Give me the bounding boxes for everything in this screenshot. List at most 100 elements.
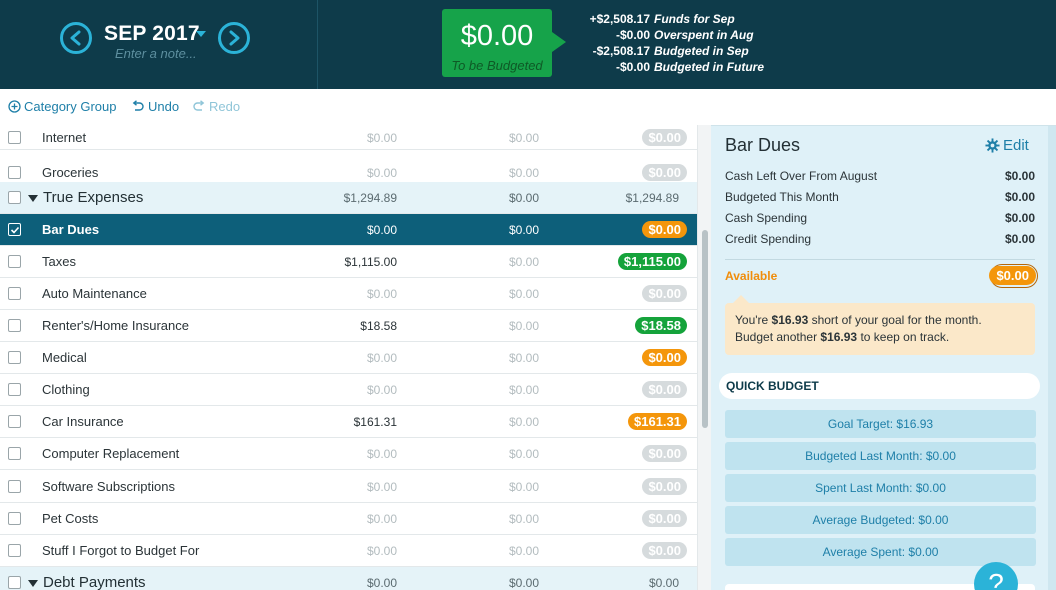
budgeted-amount[interactable]: $0.00: [367, 480, 397, 494]
activity-amount[interactable]: $0.00: [509, 447, 539, 461]
available-pill[interactable]: $0.00: [642, 128, 687, 146]
available-pill[interactable]: $161.31: [628, 413, 687, 430]
activity-amount[interactable]: $0.00: [509, 480, 539, 494]
available-pill[interactable]: $0.00: [642, 381, 687, 398]
available-pill[interactable]: $0.00: [642, 349, 687, 366]
table-scrollbar[interactable]: [697, 125, 711, 590]
category-name[interactable]: Clothing: [42, 382, 90, 397]
budgeted-amount[interactable]: $0.00: [367, 131, 397, 145]
row-checkbox[interactable]: [8, 351, 21, 364]
row-checkbox[interactable]: [8, 479, 21, 493]
activity-amount[interactable]: $0.00: [509, 351, 539, 365]
category-name[interactable]: Medical: [42, 350, 87, 365]
budgeted-amount[interactable]: $0.00: [367, 383, 397, 397]
previous-month-button[interactable]: [60, 22, 92, 54]
category-name[interactable]: Car Insurance: [42, 414, 124, 429]
category-name[interactable]: Groceries: [42, 165, 98, 180]
category-name[interactable]: Stuff I Forgot to Budget For: [42, 543, 199, 558]
row-checkbox[interactable]: [8, 223, 21, 236]
category-group-row[interactable]: True Expenses $1,294.89 $0.00 $1,294.89: [0, 182, 697, 214]
budgeted-amount[interactable]: $161.31: [354, 415, 397, 429]
budgeted-amount[interactable]: $0.00: [367, 166, 397, 180]
quick-budget-button[interactable]: Budgeted Last Month: $0.00: [725, 442, 1036, 470]
month-note-input[interactable]: Enter a note...: [115, 46, 197, 61]
budgeted-amount[interactable]: $1,115.00: [345, 255, 398, 269]
row-checkbox[interactable]: [8, 130, 21, 144]
row-checkbox[interactable]: [8, 512, 21, 525]
category-row[interactable]: Renter's/Home Insurance $18.58 $0.00 $18.58: [0, 310, 697, 342]
category-row[interactable]: Clothing $0.00 $0.00 $0.00: [0, 374, 697, 406]
collapse-triangle-icon[interactable]: [28, 195, 38, 202]
activity-amount[interactable]: $0.00: [509, 131, 539, 145]
budgeted-amount[interactable]: $18.58: [360, 319, 397, 333]
activity-amount[interactable]: $0.00: [509, 383, 539, 397]
category-name[interactable]: Bar Dues: [42, 222, 99, 237]
category-name[interactable]: Taxes: [42, 254, 76, 269]
budgeted-amount[interactable]: $0.00: [367, 351, 397, 365]
category-name[interactable]: Auto Maintenance: [42, 286, 147, 301]
undo-button[interactable]: Undo: [131, 99, 179, 114]
row-checkbox[interactable]: [8, 447, 21, 460]
category-name[interactable]: Software Subscriptions: [42, 479, 175, 494]
row-checkbox[interactable]: [8, 544, 21, 557]
next-month-button[interactable]: [218, 22, 250, 54]
category-name[interactable]: Internet: [42, 130, 86, 145]
to-be-budgeted-box[interactable]: $0.00 To be Budgeted: [442, 9, 552, 77]
budgeted-amount[interactable]: $0.00: [367, 447, 397, 461]
category-name[interactable]: Renter's/Home Insurance: [42, 318, 189, 333]
category-row[interactable]: Software Subscriptions $0.00 $0.00 $0.00: [0, 470, 697, 503]
row-checkbox[interactable]: [8, 576, 21, 589]
quick-budget-button[interactable]: Average Budgeted: $0.00: [725, 506, 1036, 534]
add-category-group-button[interactable]: Category Group: [8, 99, 117, 114]
activity-amount[interactable]: $0.00: [509, 287, 539, 301]
category-row[interactable]: Medical $0.00 $0.00 $0.00: [0, 342, 697, 374]
category-row[interactable]: Computer Replacement $0.00 $0.00 $0.00: [0, 438, 697, 470]
row-checkbox[interactable]: [8, 166, 21, 179]
category-row[interactable]: Auto Maintenance $0.00 $0.00 $0.00: [0, 278, 697, 310]
category-row[interactable]: Pet Costs $0.00 $0.00 $0.00: [0, 503, 697, 535]
row-checkbox[interactable]: [8, 287, 21, 300]
collapse-triangle-icon[interactable]: [28, 580, 38, 587]
current-month-label[interactable]: SEP 2017: [104, 22, 200, 46]
budgeted-amount[interactable]: $0.00: [367, 544, 397, 558]
row-checkbox[interactable]: [8, 191, 21, 204]
budgeted-amount[interactable]: $0.00: [367, 223, 397, 237]
available-pill[interactable]: $0.00: [642, 477, 687, 495]
row-checkbox[interactable]: [8, 383, 21, 396]
available-pill[interactable]: $18.58: [635, 317, 687, 334]
activity-amount[interactable]: $0.00: [509, 512, 539, 526]
budgeted-amount[interactable]: $0.00: [367, 512, 397, 526]
table-scrollbar-thumb[interactable]: [702, 230, 708, 428]
available-pill[interactable]: $0.00: [642, 221, 687, 238]
budgeted-amount[interactable]: $0.00: [367, 287, 397, 301]
row-checkbox[interactable]: [8, 319, 21, 332]
category-group-row[interactable]: Debt Payments $0.00 $0.00 $0.00: [0, 567, 697, 590]
available-pill[interactable]: $0.00: [642, 164, 687, 181]
redo-button[interactable]: Redo: [192, 99, 240, 114]
inspector-edit-button[interactable]: Edit: [985, 137, 1029, 154]
available-pill[interactable]: $0.00: [642, 285, 687, 302]
category-name[interactable]: Pet Costs: [42, 511, 98, 526]
category-row[interactable]: Taxes $1,115.00 $0.00 $1,115.00: [0, 246, 697, 278]
activity-amount[interactable]: $0.00: [509, 319, 539, 333]
month-dropdown-caret-icon[interactable]: [196, 31, 206, 37]
category-row[interactable]: Car Insurance $161.31 $0.00 $161.31: [0, 406, 697, 438]
activity-amount[interactable]: $0.00: [509, 255, 539, 269]
activity-amount[interactable]: $0.00: [509, 223, 539, 237]
category-name[interactable]: Computer Replacement: [42, 446, 179, 461]
quick-budget-button[interactable]: Goal Target: $16.93: [725, 410, 1036, 438]
available-pill[interactable]: $1,115.00: [617, 253, 687, 270]
available-pill[interactable]: $0.00: [642, 445, 687, 462]
category-name[interactable]: True Expenses: [43, 189, 143, 206]
activity-amount[interactable]: $0.00: [509, 166, 539, 180]
available-amount-pill[interactable]: $0.00: [989, 266, 1036, 285]
row-checkbox[interactable]: [8, 415, 21, 428]
inspector-scrollbar[interactable]: [1048, 126, 1056, 590]
available-pill[interactable]: $0.00: [642, 510, 687, 527]
category-name[interactable]: Debt Payments: [43, 574, 146, 590]
activity-amount[interactable]: $0.00: [509, 544, 539, 558]
quick-budget-button[interactable]: Spent Last Month: $0.00: [725, 474, 1036, 502]
category-row[interactable]: Bar Dues $0.00 $0.00 $0.00: [0, 214, 697, 246]
row-checkbox[interactable]: [8, 255, 21, 268]
help-button[interactable]: ?: [974, 562, 1018, 590]
